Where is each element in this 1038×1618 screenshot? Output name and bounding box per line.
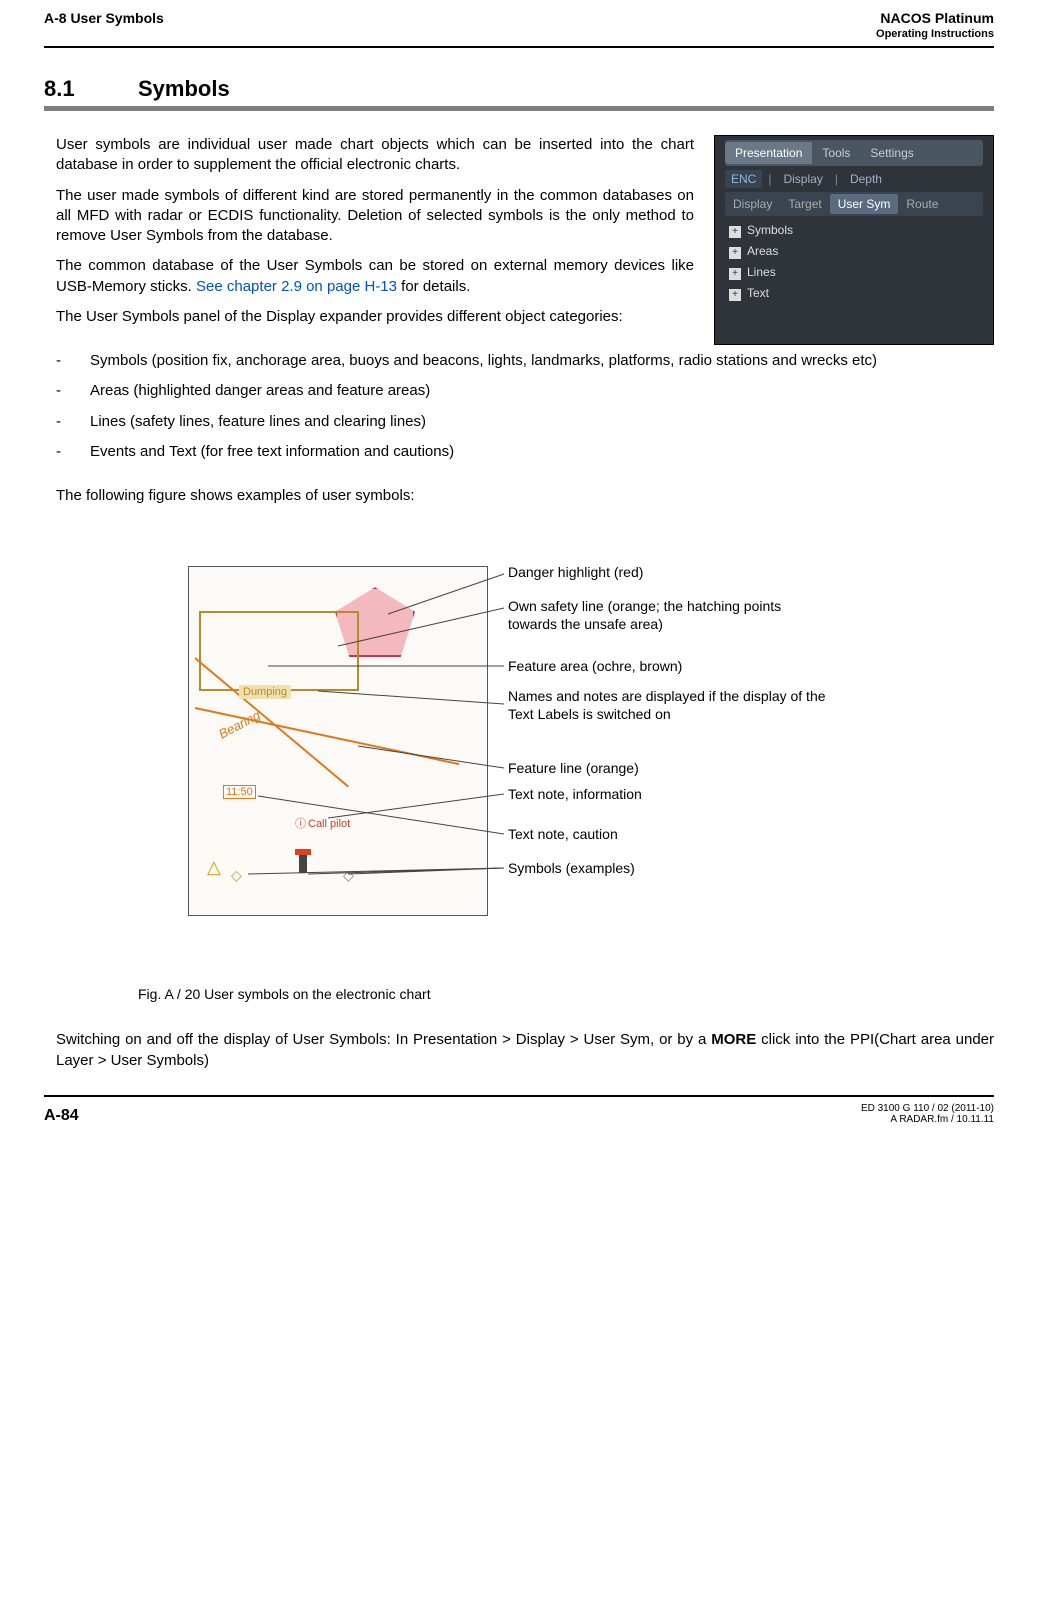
list-item-areas[interactable]: + Areas [729, 241, 979, 262]
bullet-text: Lines (safety lines, feature lines and c… [90, 412, 994, 432]
list-label: Areas [747, 244, 778, 258]
callout-text-caution: Text note, caution [508, 826, 618, 844]
header-title: NACOS Platinum [880, 10, 994, 26]
header-subtitle: Operating Instructions [876, 28, 994, 40]
tab-tools[interactable]: Tools [812, 142, 860, 164]
paragraph-2: The user made symbols of different kind … [56, 186, 694, 247]
panel-tab-row-2: ENC | Display | Depth [725, 168, 983, 190]
symbol-icon: △ [207, 857, 221, 878]
callout-symbols: Symbols (examples) [508, 860, 635, 878]
paragraph-1: User symbols are individual user made ch… [56, 135, 694, 176]
page-header: A-8 User Symbols NACOS Platinum Operatin… [44, 10, 994, 40]
list-label: Lines [747, 265, 776, 279]
category-list: -Symbols (position fix, anchorage area, … [56, 351, 994, 462]
list-item: -Lines (safety lines, feature lines and … [56, 412, 994, 432]
symbol-icon [295, 849, 311, 855]
area-label: Dumping [239, 685, 291, 699]
callout-safety-line: Own safety line (orange; the hatching po… [508, 598, 828, 633]
pilot-label: Call pilot [295, 815, 350, 831]
tab-depth[interactable]: Depth [844, 170, 888, 188]
expand-icon: + [729, 289, 741, 301]
chart-excerpt: Dumping Bearing 11:50 Call pilot △ ◇ ◇ [188, 566, 488, 916]
closing-paragraph: Switching on and off the display of User… [56, 1030, 994, 1071]
list-item-symbols[interactable]: + Symbols [729, 220, 979, 241]
cross-ref-link[interactable]: See chapter 2.9 on page H-13 [196, 278, 397, 295]
header-left: A-8 User Symbols [44, 10, 164, 26]
ui-panel-screenshot: Presentation Tools Settings ENC | Displa… [714, 135, 994, 345]
section-heading: 8.1 Symbols [44, 76, 994, 102]
callout-names-notes: Names and notes are displayed if the dis… [508, 688, 828, 723]
figure-caption: Fig. A / 20 User symbols on the electron… [138, 986, 828, 1002]
bullet-text: Symbols (position fix, anchorage area, b… [90, 351, 994, 371]
paragraph-5: The following figure shows examples of u… [56, 486, 994, 506]
tab-presentation[interactable]: Presentation [725, 142, 812, 164]
section-rule [44, 106, 994, 111]
callout-feature-area: Feature area (ochre, brown) [508, 658, 682, 676]
section-number: 8.1 [44, 76, 138, 102]
list-item: -Areas (highlighted danger areas and fea… [56, 381, 994, 401]
bullet-text: Events and Text (for free text informati… [90, 442, 994, 462]
header-rule [44, 46, 994, 48]
closing-text-a: Switching on and off the display of User… [56, 1031, 711, 1048]
paragraph-3: The common database of the User Symbols … [56, 256, 694, 297]
header-right: NACOS Platinum Operating Instructions [876, 10, 994, 40]
p3-text-b: for details. [397, 278, 470, 295]
more-keyword: MORE [711, 1031, 756, 1048]
bullet-text: Areas (highlighted danger areas and feat… [90, 381, 994, 401]
tab-route[interactable]: Route [898, 194, 946, 214]
list-item-lines[interactable]: + Lines [729, 262, 979, 283]
list-item-text[interactable]: + Text [729, 283, 979, 304]
feature-line-shape [195, 707, 460, 765]
expand-icon: + [729, 268, 741, 280]
symbol-icon: ◇ [343, 867, 354, 884]
expand-icon: + [729, 247, 741, 259]
callout-text-info: Text note, information [508, 786, 642, 804]
expand-icon: + [729, 226, 741, 238]
figure: Dumping Bearing 11:50 Call pilot △ ◇ ◇ [188, 536, 828, 1002]
time-label: 11:50 [223, 785, 256, 799]
callout-danger: Danger highlight (red) [508, 564, 643, 582]
panel-list: + Symbols + Areas + Lines + Text [729, 220, 979, 304]
list-label: Text [747, 286, 769, 300]
paragraph-4: The User Symbols panel of the Display ex… [56, 307, 694, 327]
section-title: Symbols [138, 76, 230, 102]
list-item: -Events and Text (for free text informat… [56, 442, 994, 462]
panel-tab-row-1: Presentation Tools Settings [725, 140, 983, 166]
tab-target[interactable]: Target [780, 194, 829, 214]
tab-display[interactable]: Display [777, 170, 828, 188]
footer-meta: ED 3100 G 110 / 02 (2011-10) A RADAR.fm … [861, 1103, 994, 1125]
panel-tab-row-3: Display Target User Sym Route [725, 192, 983, 216]
tab-display-3[interactable]: Display [725, 194, 780, 214]
tab-user-sym[interactable]: User Sym [830, 194, 899, 214]
tab-enc[interactable]: ENC [725, 170, 762, 188]
list-label: Symbols [747, 223, 793, 237]
tab-settings[interactable]: Settings [860, 142, 923, 164]
callout-feature-line: Feature line (orange) [508, 760, 639, 778]
page-footer: A-84 ED 3100 G 110 / 02 (2011-10) A RADA… [44, 1103, 994, 1125]
file-info: A RADAR.fm / 10.11.11 [861, 1114, 994, 1125]
footer-rule [44, 1095, 994, 1097]
page-number: A-84 [44, 1107, 79, 1125]
list-item: -Symbols (position fix, anchorage area, … [56, 351, 994, 371]
symbol-icon: ◇ [231, 867, 242, 884]
doc-id: ED 3100 G 110 / 02 (2011-10) [861, 1103, 994, 1114]
